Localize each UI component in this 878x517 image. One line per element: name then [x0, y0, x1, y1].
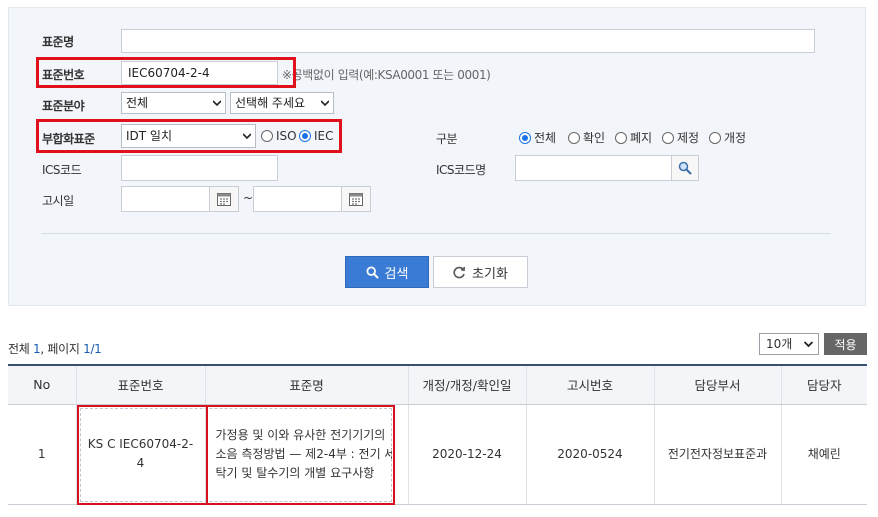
radio-checked-icon [519, 131, 531, 144]
col-header-no: No [8, 365, 76, 405]
cell-dept: 전기전자정보표준과 [653, 404, 781, 505]
radio-division-abolish[interactable]: 폐지 [615, 129, 652, 146]
col-header-number: 표준번호 [75, 365, 205, 405]
chevron-down-icon [321, 100, 329, 107]
date-to-input[interactable] [253, 186, 342, 212]
label-ics-code: ICS코드 [42, 163, 82, 177]
radio-division-revise[interactable]: 개정 [709, 129, 746, 146]
table-header-row: No 표준번호 표준명 개정/개정/확인일 고시번호 담당부서 담당자 [8, 365, 867, 405]
reset-button-label: 초기화 [472, 266, 508, 282]
field-select[interactable]: 전체 [121, 92, 226, 114]
label-ics-name: ICS코드명 [436, 163, 486, 177]
magnifier-icon [678, 161, 692, 175]
search-button-label: 검색 [384, 266, 409, 282]
date-to-calendar-button[interactable] [341, 186, 371, 212]
col-header-title: 표준명 [204, 365, 408, 405]
date-from-calendar-button[interactable] [209, 186, 239, 212]
field-select-value: 전체 [126, 96, 149, 110]
date-from-input[interactable] [121, 186, 210, 212]
cell-notice: 2020-0524 [525, 404, 654, 505]
label-standard-name: 표준명 [42, 35, 74, 49]
standard-number-hint: ※공백없이 입력(예:KSA0001 또는 0001) [282, 68, 491, 82]
chevron-down-icon [804, 341, 813, 348]
radio-division-enact-label: 제정 [677, 131, 700, 145]
radio-division-confirm-label: 확인 [583, 131, 606, 145]
search-icon [366, 265, 379, 279]
total-label: 전체 [8, 342, 30, 356]
radio-division-abolish-label: 폐지 [630, 131, 653, 145]
radio-circle-icon [615, 131, 627, 144]
ics-search-button[interactable] [671, 155, 699, 181]
page-value: 1/1 [83, 342, 102, 356]
results-summary: 전체 1, 페이지 1/1 [8, 340, 102, 357]
cell-no: 1 [8, 404, 76, 505]
cell-manager: 채예린 [780, 404, 867, 505]
highlight-row-box [77, 405, 395, 505]
chevron-down-icon [213, 100, 221, 107]
calendar-icon [349, 192, 363, 206]
apply-button[interactable]: 적용 [824, 333, 867, 355]
label-division: 구분 [436, 132, 458, 146]
ics-code-input[interactable] [121, 155, 278, 181]
radio-division-confirm[interactable]: 확인 [568, 129, 605, 146]
calendar-icon [217, 192, 231, 206]
radio-division-enact[interactable]: 제정 [662, 129, 699, 146]
label-notice-date: 고시일 [42, 194, 74, 208]
page-size-select[interactable]: 10개 [759, 333, 819, 355]
field-sub-select-value: 선택해 주세요 [235, 96, 306, 110]
radio-division-all[interactable]: 전체 [519, 129, 556, 146]
field-sub-select[interactable]: 선택해 주세요 [230, 92, 334, 114]
panel-divider [41, 233, 831, 234]
col-header-date: 개정/개정/확인일 [407, 365, 526, 405]
highlight-conform-box [36, 119, 342, 153]
cell-date: 2020-12-24 [407, 404, 526, 505]
radio-circle-icon [568, 131, 580, 144]
radio-division-all-label: 전체 [534, 131, 557, 145]
col-header-manager: 담당자 [780, 365, 867, 405]
ics-name-input[interactable] [515, 155, 672, 181]
radio-circle-icon [709, 131, 721, 144]
col-header-dept: 담당부서 [653, 365, 781, 405]
search-button[interactable]: 검색 [345, 256, 429, 288]
standard-name-input[interactable] [121, 29, 815, 53]
page-size-value: 10개 [766, 337, 793, 351]
reset-button[interactable]: 초기화 [433, 256, 528, 288]
label-standard-field: 표준분야 [42, 99, 85, 113]
highlight-number-box [36, 57, 296, 88]
radio-division-revise-label: 개정 [724, 131, 747, 145]
col-header-notice: 고시번호 [525, 365, 654, 405]
page-label: , 페이지 [40, 342, 80, 356]
refresh-icon [453, 266, 466, 278]
date-range-separator: ~ [243, 191, 253, 205]
radio-circle-icon [662, 131, 674, 144]
